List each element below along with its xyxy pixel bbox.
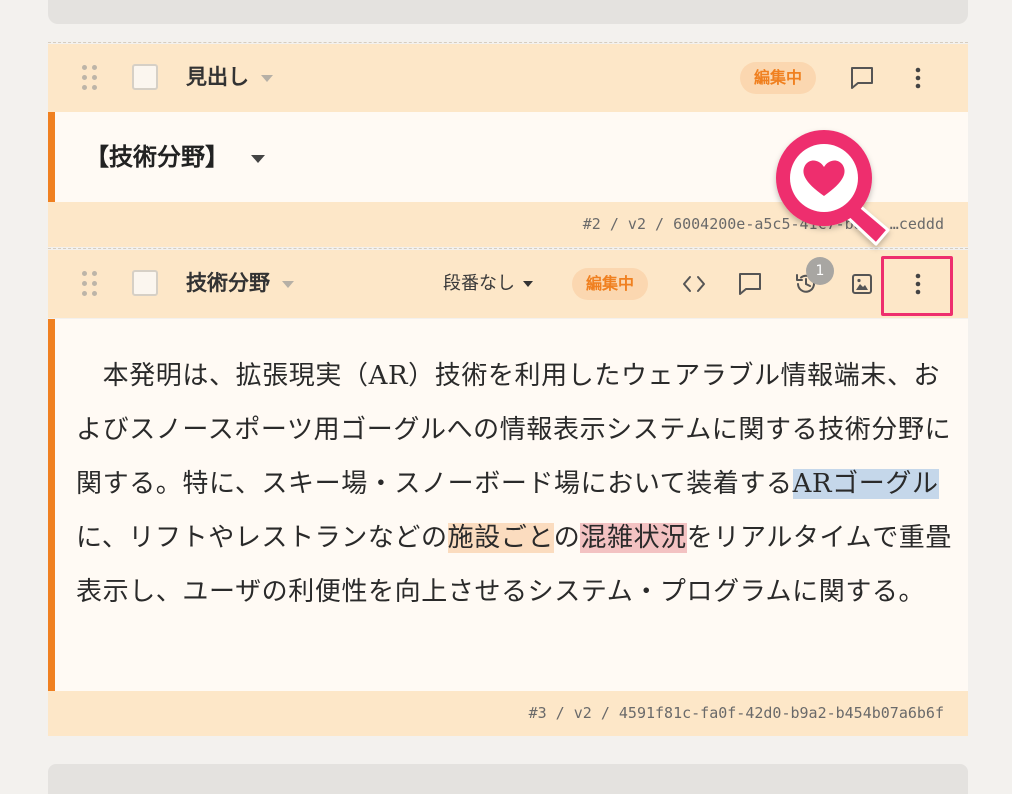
highlight-frame — [881, 256, 953, 316]
technical-field-block: 技術分野 段番なし 編集中 1 本発明は、拡張現実（AR）技術を利用したウェアラ… — [48, 248, 968, 736]
block-toolbar: 見出し 編集中 — [48, 44, 968, 112]
comment-icon — [739, 273, 761, 295]
code-icon — [683, 276, 705, 292]
comment-button[interactable] — [733, 267, 767, 301]
image-icon — [852, 274, 872, 294]
paragraph-text[interactable]: 本発明は、拡張現実（AR）技術を利用したウェアラブル情報端末、およびスノースポー… — [76, 349, 956, 619]
heading-selector[interactable]: 【技術分野】 — [85, 137, 265, 177]
highlight-term[interactable]: 混雑状況 — [580, 523, 687, 553]
comment-icon — [851, 67, 873, 89]
chevron-down-icon — [282, 280, 294, 288]
block-type-label: 技術分野 — [186, 271, 270, 295]
block-id-footer: #3 / v2 / 4591f81c-fa0f-42d0-b9a2-b454b0… — [48, 691, 968, 736]
block-select-checkbox[interactable] — [132, 270, 158, 296]
block-select-checkbox[interactable] — [132, 64, 158, 90]
heading-text: 【技術分野】 — [85, 142, 229, 171]
previous-block-card — [48, 0, 968, 24]
block-type-selector[interactable]: 見出し — [186, 62, 273, 92]
text-segment: に、リフトやレストランなどの — [76, 523, 448, 553]
more-vertical-icon — [915, 67, 921, 89]
drag-handle-icon[interactable] — [82, 271, 100, 297]
status-badge: 編集中 — [740, 62, 817, 94]
paragraph-number-select[interactable]: 段番なし — [443, 269, 533, 299]
block-divider — [48, 42, 968, 43]
next-block-card — [48, 764, 968, 794]
paragraph-number-label: 段番なし — [443, 273, 515, 294]
chevron-down-icon — [251, 154, 265, 163]
image-button[interactable] — [845, 267, 879, 301]
more-options-button[interactable] — [901, 61, 935, 95]
comment-button[interactable] — [845, 61, 879, 95]
drag-handle-icon[interactable] — [82, 65, 100, 91]
highlight-term[interactable]: ARゴーグル — [792, 469, 939, 499]
heart-magnifier-icon — [776, 130, 890, 246]
code-button[interactable] — [677, 267, 711, 301]
paragraph-content: 本発明は、拡張現実（AR）技術を利用したウェアラブル情報端末、およびスノースポー… — [48, 319, 968, 691]
chevron-down-icon — [261, 74, 273, 82]
block-toolbar: 技術分野 段番なし 編集中 1 — [48, 250, 968, 318]
chevron-down-icon — [523, 281, 533, 287]
history-count-badge: 1 — [806, 257, 834, 285]
block-type-label: 見出し — [186, 65, 249, 89]
block-type-selector[interactable]: 技術分野 — [186, 268, 294, 298]
text-segment: の — [553, 523, 581, 553]
status-badge: 編集中 — [572, 268, 649, 300]
highlight-term[interactable]: 施設ごと — [447, 523, 554, 553]
